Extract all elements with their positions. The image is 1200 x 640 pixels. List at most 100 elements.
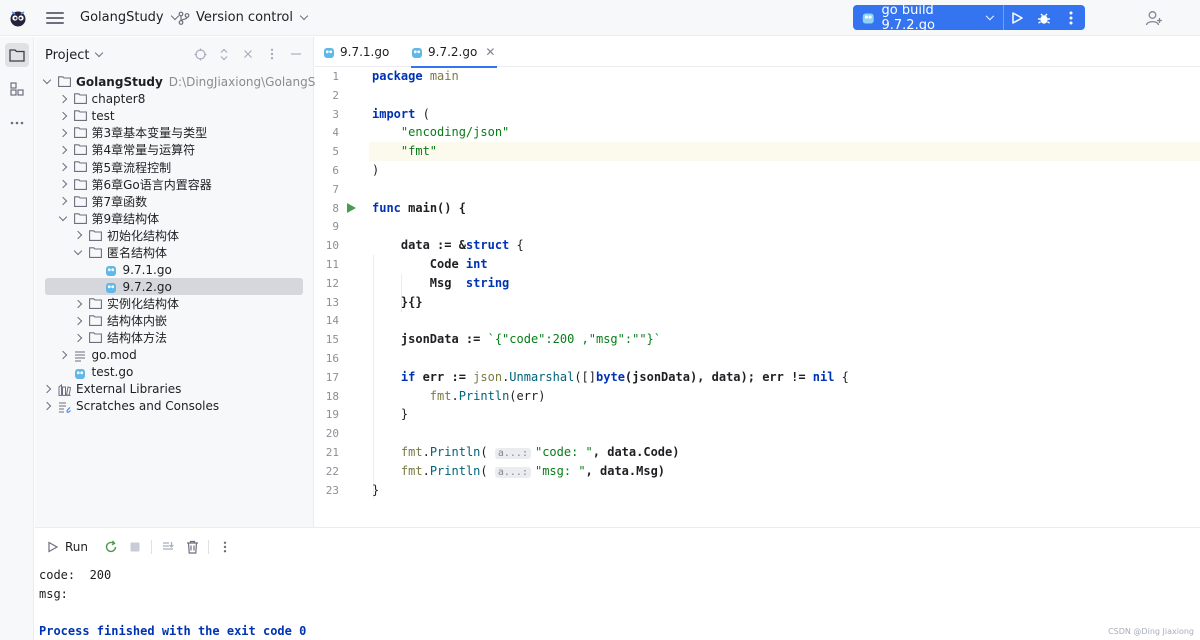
- goland-logo-icon[interactable]: [8, 8, 28, 28]
- more-options-button[interactable]: [217, 539, 233, 555]
- chevron-right-icon[interactable]: [58, 94, 67, 103]
- tree-item[interactable]: 匿名结构体: [35, 244, 314, 261]
- tree-item-label: 第7章函数: [92, 193, 148, 210]
- code-line-5: "fmt": [369, 142, 1200, 161]
- close-tab-icon[interactable]: ✕: [485, 45, 495, 59]
- tree-item[interactable]: Scratches and Consoles: [35, 398, 314, 415]
- main-menu-icon[interactable]: [46, 10, 64, 26]
- structure-tool-button[interactable]: [5, 77, 29, 101]
- tree-item-text: 第3章基本变量与类型: [91, 126, 208, 141]
- tool-window-strip: [0, 37, 34, 640]
- tab-9-7-1-go[interactable]: 9.7.1.go: [323, 37, 389, 67]
- project-tool-button[interactable]: [5, 43, 29, 67]
- code-line-1: package main: [372, 69, 459, 83]
- tree-item[interactable]: 第6章Go语言内置容器: [35, 176, 314, 193]
- debug-button[interactable]: [1031, 5, 1058, 30]
- chevron-right-icon[interactable]: [58, 111, 67, 120]
- code-line-12: Msg string: [429, 275, 510, 290]
- tree-item-text: 结构体方法: [107, 331, 168, 346]
- tree-item[interactable]: 9.7.2.go: [45, 278, 303, 296]
- tree-item[interactable]: 第3章基本变量与类型: [35, 124, 314, 141]
- tree-item[interactable]: 初始化结构体: [35, 227, 314, 244]
- code-line-10: data := &struct {: [400, 238, 524, 253]
- parameter-hint: a...:: [494, 448, 531, 459]
- tab-9-7-2-go[interactable]: 9.7.2.go ✕: [411, 37, 498, 68]
- version-control-menu[interactable]: Version control: [178, 10, 309, 25]
- chevron-right-icon[interactable]: [42, 402, 52, 411]
- chevron-right-icon[interactable]: [73, 299, 83, 309]
- options-icon[interactable]: [265, 47, 279, 61]
- go-file-icon: [862, 12, 874, 23]
- chevron-down-icon[interactable]: [58, 212, 67, 222]
- add-user-icon[interactable]: [1145, 9, 1163, 27]
- tree-item[interactable]: go.mod: [35, 347, 314, 364]
- scroll-to-end-button[interactable]: [160, 539, 176, 555]
- tree-item-label: 实例化结构体: [107, 295, 179, 312]
- rerun-button[interactable]: [103, 539, 119, 555]
- tree-item[interactable]: 实例化结构体: [35, 295, 314, 312]
- project-switcher[interactable]: GolangStudy: [80, 10, 179, 25]
- folder-icon: [73, 93, 87, 105]
- tree-item[interactable]: 结构体内嵌: [35, 312, 314, 329]
- tree-item[interactable]: 9.7.1.go: [35, 261, 314, 278]
- run-tab-label: Run: [65, 540, 89, 554]
- tree-item-label: 第4章常量与运算符: [92, 141, 196, 158]
- chevron-right-icon[interactable]: [58, 196, 67, 206]
- locate-icon[interactable]: [193, 47, 207, 61]
- chevron-right-icon[interactable]: [73, 316, 83, 326]
- code-editor[interactable]: package main import ( "encoding/json" "f…: [369, 67, 1200, 507]
- code-line-4: "encoding/json": [400, 125, 510, 140]
- chevron-right-icon[interactable]: [58, 128, 67, 138]
- chevron-down-icon[interactable]: [73, 246, 83, 256]
- minimize-icon[interactable]: [289, 47, 303, 61]
- line-number: 9: [332, 220, 339, 234]
- run-panel: Run code: 200 msg: Process finished with…: [35, 527, 1200, 640]
- more-tools-button[interactable]: [5, 111, 29, 135]
- more-vertical-icon: [1069, 11, 1073, 24]
- chevron-right-icon[interactable]: [73, 333, 83, 343]
- chevron-right-icon[interactable]: [58, 162, 67, 172]
- tree-item[interactable]: test: [35, 107, 314, 124]
- run-gutter-icon[interactable]: [347, 203, 356, 213]
- run-tab[interactable]: Run: [47, 540, 88, 554]
- line-number: 18: [325, 389, 339, 403]
- tree-item[interactable]: 第5章流程控制: [35, 158, 314, 175]
- tree-item-text: go.mod: [91, 348, 137, 363]
- tree-item[interactable]: test.go: [35, 364, 314, 381]
- tree-item-text: chapter8: [91, 91, 146, 106]
- expand-collapse-icon[interactable]: [217, 47, 231, 61]
- chevron-right-icon[interactable]: [73, 231, 83, 240]
- stop-button[interactable]: [127, 539, 143, 555]
- tree-item[interactable]: GolangStudy D:\DingJiaxiong\GolangStudy: [35, 73, 342, 90]
- line-number: 20: [325, 427, 339, 441]
- tree-item-label: 9.7.2.go: [123, 280, 172, 294]
- run-button[interactable]: [1003, 5, 1030, 30]
- tree-item[interactable]: 第7章函数: [35, 193, 314, 210]
- tree-item-text: test.go: [91, 365, 134, 380]
- close-icon[interactable]: [241, 47, 255, 61]
- tree-item[interactable]: 结构体方法: [35, 329, 314, 346]
- line-number: 3: [332, 107, 339, 121]
- tree-item[interactable]: 第9章结构体: [35, 210, 314, 227]
- tree-item-text: 第4章常量与运算符: [91, 143, 196, 158]
- clear-output-button[interactable]: [184, 539, 200, 555]
- go-file-icon: [105, 281, 118, 294]
- chevron-right-icon[interactable]: [42, 384, 52, 394]
- run-config-selector[interactable]: go build 9.7.2.go: [882, 3, 982, 33]
- folder-icon: [89, 298, 102, 310]
- chevron-down-icon[interactable]: [42, 75, 52, 85]
- tree-item[interactable]: 第4章常量与运算符: [35, 141, 314, 158]
- tree-item-text: 初始化结构体: [107, 228, 180, 243]
- title-bar: GolangStudy Version control go build 9.7…: [0, 0, 1200, 36]
- chevron-right-icon[interactable]: [58, 145, 67, 155]
- more-actions-button[interactable]: [1058, 5, 1085, 30]
- chevron-right-icon[interactable]: [58, 350, 67, 360]
- chevron-down-icon[interactable]: [985, 11, 994, 20]
- process-finished-message: Process finished with the exit code 0: [39, 624, 307, 638]
- tree-item-text: External Libraries: [76, 382, 182, 397]
- chevron-right-icon[interactable]: [58, 179, 67, 189]
- tree-item[interactable]: chapter8: [35, 90, 314, 107]
- code-line-13: }{}: [400, 294, 423, 309]
- tree-item[interactable]: External Libraries: [35, 381, 314, 398]
- tree-item-text: 第9章结构体: [91, 211, 160, 226]
